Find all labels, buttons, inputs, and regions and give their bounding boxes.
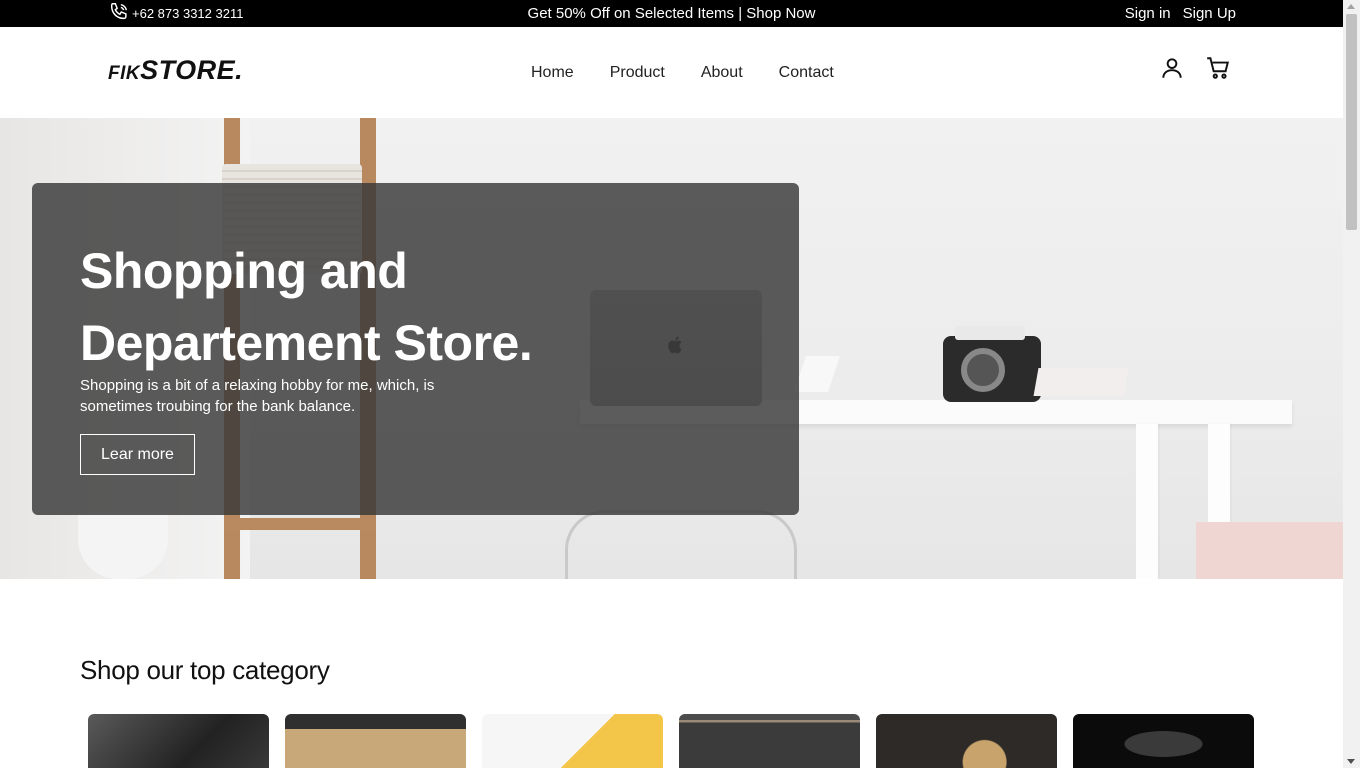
sign-up-link[interactable]: Sign Up xyxy=(1183,5,1236,22)
hero-magazine xyxy=(1033,368,1129,396)
page: +62 873 3312 3211 Get 50% Off on Selecte… xyxy=(0,0,1343,768)
camera-top xyxy=(955,326,1025,340)
category-list xyxy=(88,714,1254,768)
hero-paper xyxy=(794,356,840,392)
hero-card: Shopping and Departement Store. Shopping… xyxy=(32,183,799,515)
category-section-title: Shop our top category xyxy=(80,655,330,685)
auth-links: Sign in Sign Up xyxy=(1125,0,1236,27)
scroll-down-icon[interactable] xyxy=(1347,759,1355,764)
learn-more-button[interactable]: Lear more xyxy=(80,434,195,475)
hero-title: Shopping and Departement Store. xyxy=(80,243,533,371)
scroll-up-icon[interactable] xyxy=(1347,4,1355,9)
main-header: FIK STORE. Home Product About Contact xyxy=(0,27,1343,118)
category-card[interactable] xyxy=(876,714,1057,768)
header-icons xyxy=(1159,55,1231,81)
logo[interactable]: FIK STORE. xyxy=(108,55,243,86)
logo-main: STORE. xyxy=(140,55,244,85)
ladder-rung xyxy=(224,518,376,530)
nav-about[interactable]: About xyxy=(701,64,743,82)
hero-chair xyxy=(565,510,797,579)
main-nav: Home Product About Contact xyxy=(531,27,834,118)
cart-icon[interactable] xyxy=(1205,55,1231,81)
hero-banner: Shopping and Departement Store. Shopping… xyxy=(0,118,1343,579)
desk-leg xyxy=(1136,424,1158,579)
scrollbar-thumb[interactable] xyxy=(1346,14,1357,230)
category-card[interactable] xyxy=(482,714,663,768)
promo-label[interactable]: Get 50% Off on Selected Items | Shop Now xyxy=(528,5,816,22)
category-card[interactable] xyxy=(1073,714,1254,768)
hero-stool xyxy=(1196,522,1343,579)
nav-product[interactable]: Product xyxy=(610,64,665,82)
logo-prefix: FIK xyxy=(108,63,141,84)
category-card[interactable] xyxy=(88,714,269,768)
top-announcement-bar: +62 873 3312 3211 Get 50% Off on Selecte… xyxy=(0,0,1343,27)
nav-contact[interactable]: Contact xyxy=(779,64,834,82)
user-icon[interactable] xyxy=(1159,55,1185,81)
sign-in-link[interactable]: Sign in xyxy=(1125,5,1171,22)
page-scrollbar[interactable] xyxy=(1343,0,1360,768)
hero-subtitle: Shopping is a bit of a relaxing hobby fo… xyxy=(80,377,435,415)
category-card[interactable] xyxy=(285,714,466,768)
category-card[interactable] xyxy=(679,714,860,768)
hero-camera xyxy=(943,326,1041,402)
nav-home[interactable]: Home xyxy=(531,64,574,82)
camera-lens xyxy=(961,348,1005,392)
